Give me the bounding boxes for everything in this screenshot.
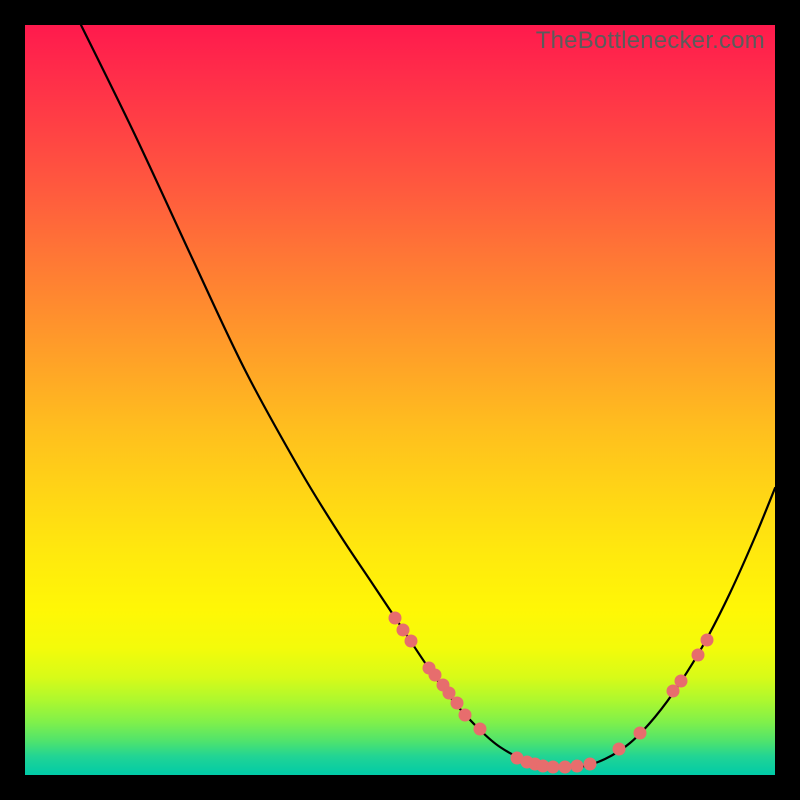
curve-marker (675, 675, 688, 688)
curve-marker (701, 634, 714, 647)
curve-marker (451, 697, 464, 710)
watermark-text: TheBottlenecker.com (536, 27, 765, 55)
curve-marker (389, 612, 402, 625)
curve-marker (397, 624, 410, 637)
curve-marker (547, 761, 560, 774)
curve-marker (613, 743, 626, 756)
curve-markers (389, 612, 714, 774)
curve-marker (692, 649, 705, 662)
curve-marker (405, 635, 418, 648)
curve-marker (459, 709, 472, 722)
curve-marker (559, 761, 572, 774)
bottleneck-curve (81, 25, 775, 768)
curve-marker (474, 723, 487, 736)
chart-overlay-svg (25, 25, 775, 775)
curve-marker (584, 758, 597, 771)
curve-marker (634, 727, 647, 740)
chart-frame: TheBottlenecker.com (25, 25, 775, 775)
curve-marker (571, 760, 584, 773)
